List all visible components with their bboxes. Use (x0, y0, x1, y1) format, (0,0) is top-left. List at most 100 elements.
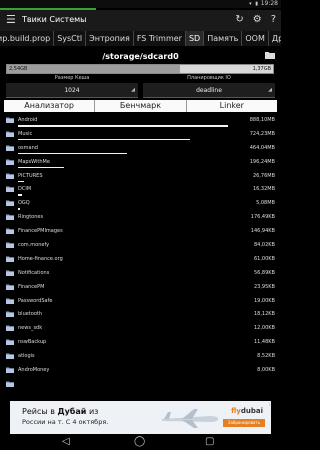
list-item[interactable]: osmand 464,04MB (4, 142, 277, 156)
status-icons: ▾ ▮ (249, 1, 259, 7)
folder-icon (6, 311, 14, 318)
list-item[interactable]: PasswordSafe 19,00KB (4, 295, 277, 309)
folder-name: Ringtones (18, 214, 44, 221)
hamburger-icon[interactable]: ☰ (6, 13, 16, 27)
list-item[interactable]: PICTURES 26,76MB (4, 170, 277, 184)
folder-icon (6, 131, 14, 137)
tab-sd[interactable]: SD (185, 31, 205, 46)
ad-brand-logo: flydubai (231, 407, 263, 415)
ad-brand-main: fly (231, 407, 241, 415)
folder-icon (6, 284, 14, 290)
folder-size-bar (18, 138, 191, 141)
help-icon[interactable]: ? (271, 13, 276, 27)
folder-name: nswBackup (18, 339, 47, 346)
subtab-linker[interactable]: Linker (187, 100, 277, 112)
app-bar: ☰ Твики Системы ↻ ⚙ ? (0, 10, 281, 31)
folder-name: DCIM (18, 186, 32, 193)
back-icon[interactable]: ◁ (62, 436, 70, 448)
folder-icon (6, 256, 14, 262)
list-item[interactable]: AndroMoney 8,00KB (4, 364, 277, 378)
tab-fs-trimmer[interactable]: FS Trimmer (134, 31, 186, 46)
ad-book-button[interactable]: Забронировать (223, 419, 265, 427)
list-item[interactable]: bluetooth 18,12KB (4, 308, 277, 322)
list-item[interactable]: nswBackup 11,48KB (4, 336, 277, 350)
folder-size: 888,10MB (249, 117, 275, 123)
list-item[interactable]: Home-finance.org 61,00KB (4, 253, 277, 267)
folder-name: PICTURES (18, 172, 43, 179)
tab-other[interactable]: Другие (269, 31, 281, 46)
path-row: /storage/sdcard0 (0, 50, 281, 63)
folder-size: 8,00KB (257, 367, 275, 374)
storage-usage-bar: 2,54GB 1,37GB (6, 64, 274, 74)
folder-name: atlogis (18, 353, 35, 360)
tab-memory[interactable]: Память (204, 31, 243, 46)
folder-size: 19,00KB (253, 297, 275, 304)
folder-size: 84,02KB (253, 242, 275, 249)
dropdown-caret-icon: ◢ (268, 87, 272, 93)
folder-size-bar (18, 125, 228, 127)
list-item[interactable]: atlogis 8,52KB (4, 350, 277, 364)
folder-icon (6, 214, 14, 221)
folder-name: bluetooth (18, 311, 43, 318)
list-item[interactable]: news_sdk 12,00KB (4, 322, 277, 336)
list-item[interactable]: DCIM 16,32MB (4, 183, 277, 197)
settings-icon[interactable]: ⚙ (253, 13, 262, 27)
io-scheduler-select[interactable]: deadline ◢ (143, 83, 275, 98)
ad-banner[interactable]: i Рейсы в Дубай из России на т. С 4 октя… (10, 401, 271, 434)
navigation-bar: ◁ ◯ ▢ (0, 434, 281, 450)
folder-name: FinancePMImages (18, 228, 63, 235)
folder-size: 11,48KB (253, 339, 275, 346)
subtab-analyzer[interactable]: Анализатор (4, 100, 96, 112)
folder-name: PasswordSafe (18, 297, 53, 304)
list-item[interactable]: Ringtones 176,49KB (4, 211, 277, 225)
folder-icon (6, 145, 14, 151)
folder-icon (6, 367, 14, 374)
used-space-label: 2,54GB (9, 66, 28, 72)
folder-name: FinancePM (18, 283, 45, 290)
app-bar-actions: ↻ ⚙ ? (235, 13, 276, 27)
folder-size: 26,76MB (252, 172, 275, 179)
cache-size-select[interactable]: 1024 ◢ (6, 83, 138, 98)
list-item[interactable] (4, 378, 277, 392)
folder-icon (6, 186, 14, 193)
list-item[interactable]: FinancePM 23,95KB (4, 281, 277, 295)
list-item[interactable]: Android 888,10MB (4, 114, 277, 128)
list-item[interactable]: com.monefy 84,02KB (4, 239, 277, 253)
folder-name: Home-finance.org (18, 255, 63, 262)
tab-oom[interactable]: OOM (242, 31, 269, 46)
folder-list[interactable]: Android 888,10MB Music 724,23MB osmand 464,04… (4, 114, 277, 400)
ad-headline: Рейсы в Дубай из (22, 407, 98, 416)
list-item[interactable]: FinancePMImages 146,94KB (4, 225, 277, 239)
list-item[interactable]: Music 724,23MB (4, 128, 277, 142)
tab-strip: ир.build.prop SysCtl Энтропия FS Trimmer… (0, 31, 281, 46)
folder-icon (6, 381, 14, 387)
status-time: 19:28 (260, 0, 278, 7)
folder-size: 176,49KB (250, 214, 275, 221)
folder-open-icon[interactable] (265, 51, 275, 59)
folder-size: 146,94KB (250, 228, 275, 235)
list-item[interactable]: OGQ 5,08MB (4, 197, 277, 211)
refresh-icon[interactable]: ↻ (235, 13, 243, 27)
folder-icon (6, 228, 14, 235)
folder-size-bar (18, 166, 65, 169)
folder-name: MapsWithMe (18, 158, 50, 165)
ad-info-icon[interactable]: i (269, 402, 270, 407)
folder-name: OGQ (18, 200, 30, 207)
folder-name: Music (18, 130, 33, 137)
recents-icon[interactable]: ▢ (205, 436, 214, 448)
list-item[interactable]: Notifications 56,89KB (4, 267, 277, 281)
tab-sysctl[interactable]: SysCtl (54, 31, 87, 46)
list-item[interactable]: MapsWithMe 196,24MB (4, 156, 277, 170)
folder-icon (6, 270, 14, 276)
subtab-benchmark[interactable]: Бенчмарк (95, 100, 187, 112)
folder-name: Notifications (18, 269, 50, 276)
folder-size-bar (18, 194, 23, 196)
cache-size-value: 1024 (64, 87, 80, 94)
tab-build-prop[interactable]: ир.build.prop (0, 31, 55, 46)
airplane-icon (162, 409, 218, 428)
folder-icon (6, 325, 14, 332)
tab-entropy[interactable]: Энтропия (86, 31, 134, 46)
home-icon[interactable]: ◯ (134, 436, 145, 448)
io-scheduler-label: Планировщик IO (187, 75, 231, 81)
folder-size: 18,12KB (253, 311, 275, 318)
